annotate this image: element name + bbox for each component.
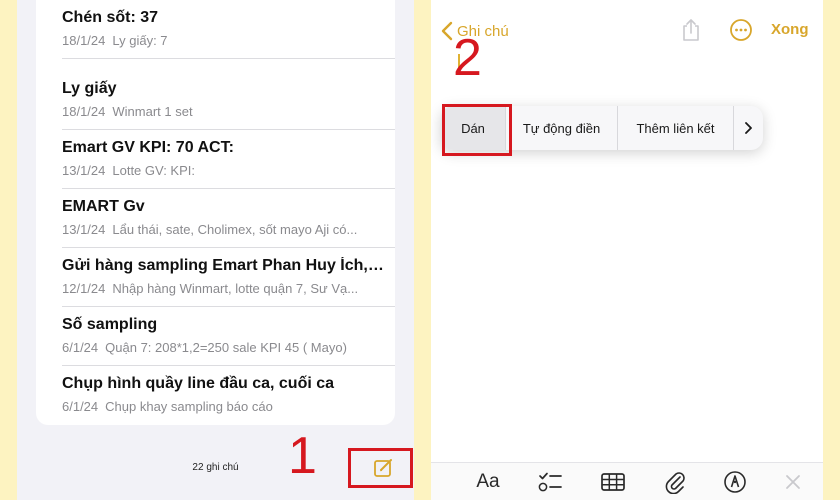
format-toolbar: Aa (431, 462, 823, 500)
note-preview: Chụp khay sampling báo cáo (105, 399, 273, 414)
note-subtitle: 13/1/24 Lẩu thái, sate, Cholimex, sốt may… (62, 222, 387, 237)
note-date: 13/1/24 (62, 163, 106, 178)
done-button[interactable]: Xong (771, 21, 809, 38)
note-preview: Ly giấy: 7 (112, 33, 168, 48)
table-button[interactable] (599, 469, 627, 495)
note-subtitle: 6/1/24 Chụp khay sampling báo cáo (62, 399, 387, 414)
list-item[interactable]: Chén sốt: 37 18/1/24 Ly giấy: 7 (62, 0, 395, 59)
note-title: Emart GV KPI: 70 ACT: (62, 139, 234, 156)
back-button[interactable]: Ghi chú (441, 18, 509, 44)
list-item[interactable]: Ly giấy 18/1/24 Winmart 1 set (62, 71, 395, 130)
note-date: 6/1/24 (62, 399, 99, 414)
format-text-button[interactable]: Aa (474, 469, 502, 495)
ellipsis-circle-icon (730, 19, 752, 41)
note-editor-panel: Ghi chú Xong Dán Tự động điền Thêm liên … (431, 0, 823, 500)
list-item[interactable]: Số sampling 6/1/24 Quận 7: 208*1,2=250 sa… (62, 307, 395, 366)
text-cursor (458, 54, 460, 74)
note-count: 22 ghi chú (192, 462, 239, 473)
menu-item-paste[interactable]: Dán (441, 106, 506, 150)
more-button[interactable] (729, 18, 753, 42)
close-icon (786, 475, 800, 489)
list-item[interactable]: Emart GV KPI: 70 ACT: 13/1/24 Lotte GV: K… (62, 130, 395, 189)
menu-item-add-link[interactable]: Thêm liên kết (618, 106, 734, 150)
chevron-left-icon (441, 21, 453, 41)
note-subtitle: 6/1/24 Quận 7: 208*1,2=250 sale KPI 45 ( … (62, 340, 387, 355)
back-label: Ghi chú (457, 22, 509, 40)
list-item[interactable]: Chụp hình quầy line đầu ca, cuối ca 6/1/… (62, 366, 395, 425)
note-subtitle: 18/1/24 Winmart 1 set (62, 104, 387, 119)
note-date: 13/1/24 (62, 222, 106, 237)
note-title: Chụp hình quầy line đầu ca, cuối ca (62, 375, 335, 392)
note-title: Số sampling (62, 316, 158, 333)
paperclip-icon (665, 472, 685, 494)
note-date: 18/1/24 (62, 33, 106, 48)
list-item[interactable]: EMART Gv 13/1/24 Lẩu thái, sate, Cholimex… (62, 189, 395, 248)
markup-button[interactable] (721, 469, 749, 495)
note-preview: Lotte GV: KPI: (112, 163, 195, 178)
share-button[interactable] (679, 17, 703, 43)
menu-more-button[interactable] (734, 106, 763, 150)
note-title: Chén sốt: 37 (62, 9, 159, 26)
note-date: 12/1/24 (62, 281, 106, 296)
note-preview: Nhập hàng Winmart, lotte quận 7, Sư Vạ..… (112, 281, 359, 296)
notes-list: Chén sốt: 37 18/1/24 Ly giấy: 7 Ly giấy 1… (36, 0, 395, 425)
note-preview: Winmart 1 set (112, 104, 193, 119)
table-icon (601, 473, 625, 491)
note-date: 18/1/24 (62, 104, 106, 119)
note-subtitle: 13/1/24 Lotte GV: KPI: (62, 163, 387, 178)
note-title: Gửi hàng sampling Emart Phan Huy Ích, E.… (62, 257, 387, 274)
attach-button[interactable] (661, 469, 689, 495)
note-title: Ly giấy (62, 80, 117, 97)
compose-button[interactable] (370, 455, 398, 481)
note-preview: Quận 7: 208*1,2=250 sale KPI 45 ( Mayo) (105, 340, 347, 355)
markup-pen-icon (724, 471, 746, 493)
note-preview: Lẩu thái, sate, Cholimex, sốt mayo Aji c… (112, 222, 358, 237)
note-subtitle: 18/1/24 Ly giấy: 7 (62, 33, 387, 48)
chevron-right-icon (744, 122, 752, 134)
checklist-button[interactable] (536, 469, 564, 495)
close-toolbar-button[interactable] (779, 469, 807, 495)
menu-item-autofill[interactable]: Tự động điền (506, 106, 618, 150)
notes-list-panel: Chén sốt: 37 18/1/24 Ly giấy: 7 Ly giấy 1… (17, 0, 414, 500)
compose-icon (374, 459, 392, 477)
note-title: EMART Gv (62, 198, 145, 215)
list-item[interactable]: Gửi hàng sampling Emart Phan Huy Ích, E.… (62, 248, 395, 307)
note-subtitle: 12/1/24 Nhập hàng Winmart, lotte quận 7, … (62, 281, 387, 296)
checklist-icon (538, 472, 562, 492)
share-icon (683, 19, 699, 41)
context-menu: Dán Tự động điền Thêm liên kết (441, 106, 763, 150)
note-date: 6/1/24 (62, 340, 99, 355)
